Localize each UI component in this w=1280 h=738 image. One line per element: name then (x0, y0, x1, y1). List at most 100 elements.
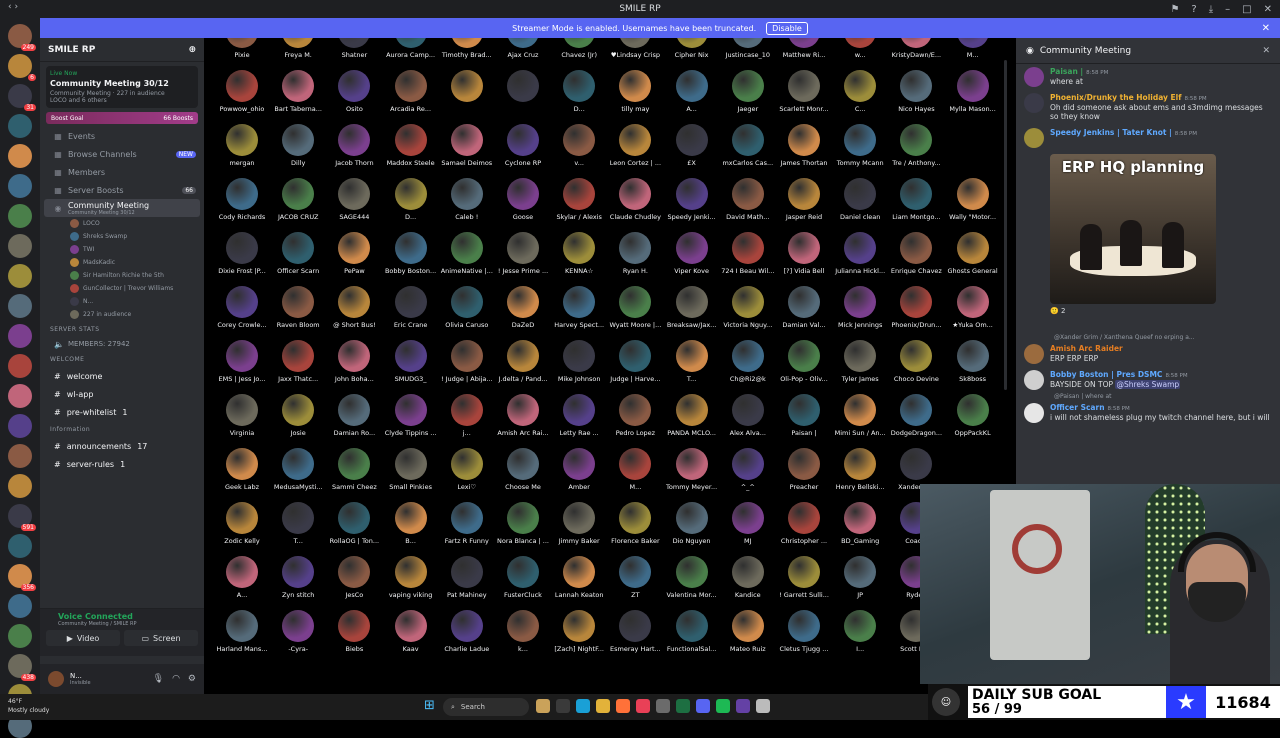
audience-member[interactable]: Tommy Mcann (832, 124, 888, 178)
audience-member[interactable]: SAGE444 (326, 178, 382, 232)
audience-member[interactable]: EMS | Jess Jo... (214, 340, 270, 394)
audience-member[interactable]: @ Short Bus! (326, 286, 382, 340)
audience-member[interactable]: Nora Blanca | ... (495, 502, 551, 556)
audience-member[interactable]: £X (664, 124, 720, 178)
text-channel[interactable]: # announcements 17 (40, 437, 204, 455)
audience-member[interactable]: v... (551, 124, 607, 178)
gif-image[interactable]: ERP HQ planning (1050, 153, 1216, 304)
audience-member[interactable]: Letty Rae ... (551, 394, 607, 448)
audience-member[interactable]: John Boha... (326, 340, 382, 394)
text-channel[interactable]: # server-rules 1 (40, 455, 204, 473)
app-icon[interactable] (656, 699, 670, 713)
stage-speaker[interactable]: N... (40, 295, 204, 308)
audience-member[interactable]: RollaOG | Ton... (326, 502, 382, 556)
audience-member[interactable]: Cletus Tjugg ... (776, 610, 832, 664)
audience-member[interactable]: Officer Scarn (270, 232, 326, 286)
audience-member[interactable]: Choose Me (495, 448, 551, 502)
nav-item[interactable]: ▦ Members (40, 163, 204, 181)
server-header[interactable]: SMILE RP ⊕ (40, 38, 204, 62)
close-banner-icon[interactable]: ✕ (1262, 23, 1270, 34)
app-icon[interactable] (596, 699, 610, 713)
server-icon[interactable] (8, 534, 32, 558)
audience-member[interactable]: Arcadia Re... (383, 70, 439, 124)
nav-item[interactable]: ▦ Events (40, 127, 204, 145)
app-icon[interactable] (576, 699, 590, 713)
audience-member[interactable]: Raven Bloom (270, 286, 326, 340)
nav-item[interactable]: ▦ Server Boosts 66 (40, 181, 204, 199)
audience-member[interactable]: Claude Chudley (607, 178, 663, 232)
audience-member[interactable]: -Cyra- (270, 610, 326, 664)
audience-member[interactable]: w... (832, 38, 888, 70)
audience-member[interactable]: Fartz R Funny (439, 502, 495, 556)
close-chat-icon[interactable]: ✕ (1262, 46, 1270, 56)
audience-member[interactable]: Amish Arc Rai... (495, 394, 551, 448)
audience-member[interactable]: M... (607, 448, 663, 502)
server-icon[interactable] (8, 324, 32, 348)
audience-member[interactable]: PePaw (326, 232, 382, 286)
server-icon[interactable]: 356 (8, 564, 36, 591)
audience-member[interactable]: Tommy Meyer... (664, 448, 720, 502)
app-icon[interactable] (696, 699, 710, 713)
app-icon[interactable] (616, 699, 630, 713)
audience-member[interactable]: Oli-Pop - Oliv... (776, 340, 832, 394)
reaction[interactable]: 🙂 2 (1050, 307, 1216, 315)
audience-member[interactable]: Tre / Anthony... (888, 124, 944, 178)
audience-member[interactable]: ! Judge | Abija... (439, 340, 495, 394)
audience-member[interactable]: Dixie Frost |P... (214, 232, 270, 286)
audience-member[interactable]: Tyler James (832, 340, 888, 394)
stage-speaker[interactable]: MadsKadic (40, 256, 204, 269)
audience-member[interactable]: Wyatt Moore |... (607, 286, 663, 340)
audience-member[interactable]: Pat Mahiney (439, 556, 495, 610)
audience-member[interactable]: Preacher (776, 448, 832, 502)
screen-share-button[interactable]: ▭ Screen (124, 630, 198, 646)
audience-member[interactable] (495, 70, 551, 124)
server-icon[interactable]: 591 (8, 504, 36, 531)
audience-member[interactable]: ZT (607, 556, 663, 610)
server-icon[interactable] (8, 414, 32, 438)
audience-member[interactable]: T... (270, 502, 326, 556)
message-author[interactable]: Speedy Jenkins | Tater Knot | (1050, 128, 1172, 137)
back-icon[interactable]: ‹ › (8, 2, 18, 12)
avatar[interactable] (1024, 93, 1044, 113)
audience-member[interactable]: Julianna Hickl... (832, 232, 888, 286)
audience-member[interactable]: Cody Richards (214, 178, 270, 232)
audience-member[interactable]: Cyclone RP (495, 124, 551, 178)
audience-member[interactable]: Caleb ! (439, 178, 495, 232)
audience-member[interactable]: 724 I Beau Wil... (720, 232, 776, 286)
audience-member[interactable]: ^_^ (720, 448, 776, 502)
audience-member[interactable]: Harland Mans... (214, 610, 270, 664)
audience-member[interactable]: Samael Deimos (439, 124, 495, 178)
server-icon[interactable] (8, 354, 32, 378)
audience-member[interactable]: D... (383, 178, 439, 232)
stage-speaker[interactable]: Sir Hamilton Richie the 5th (40, 269, 204, 282)
audience-member[interactable]: vaping viking (383, 556, 439, 610)
avatar[interactable] (1024, 67, 1044, 87)
mention[interactable]: @Shreks Swamp (1115, 379, 1181, 389)
stage-speaker[interactable]: Shreks Swamp (40, 230, 204, 243)
audience-member[interactable]: DaZeD (495, 286, 551, 340)
maximize-button[interactable]: □ (1242, 4, 1251, 15)
audience-member[interactable]: j... (439, 394, 495, 448)
audience-member[interactable]: JP (832, 556, 888, 610)
audience-member[interactable]: Geek Labz (214, 448, 270, 502)
audience-member[interactable]: Timothy Brad... (439, 38, 495, 70)
audience-member[interactable]: Cipher Nix (664, 38, 720, 70)
audience-member[interactable]: Alex Alva... (720, 394, 776, 448)
app-icon[interactable] (756, 699, 770, 713)
audience-member[interactable]: Clyde Tippins ... (383, 394, 439, 448)
audience-member[interactable]: Freya M. (270, 38, 326, 70)
audience-member[interactable]: Mylla Mason... (945, 70, 1001, 124)
audience-member[interactable]: M... (945, 38, 1001, 70)
audience-member[interactable]: Liam Montgo... (888, 178, 944, 232)
audience-member[interactable]: MJ (720, 502, 776, 556)
audience-member[interactable]: Charlie Ladue (439, 610, 495, 664)
stage-speaker[interactable]: GunCollector | Trevor Williams (40, 282, 204, 295)
nav-item[interactable]: ▦ Browse Channels NEW (40, 145, 204, 163)
audience-member[interactable]: Judge | Harve... (607, 340, 663, 394)
audience-member[interactable]: Ch@Ri2@k (720, 340, 776, 394)
audience-member[interactable]: Phoenix/Drun... (888, 286, 944, 340)
audience-member[interactable]: Esmeray Hart... (607, 610, 663, 664)
avatar[interactable] (48, 671, 64, 687)
audience-member[interactable]: Pedro Lopez (607, 394, 663, 448)
audience-member[interactable]: Justincase_10 (720, 38, 776, 70)
